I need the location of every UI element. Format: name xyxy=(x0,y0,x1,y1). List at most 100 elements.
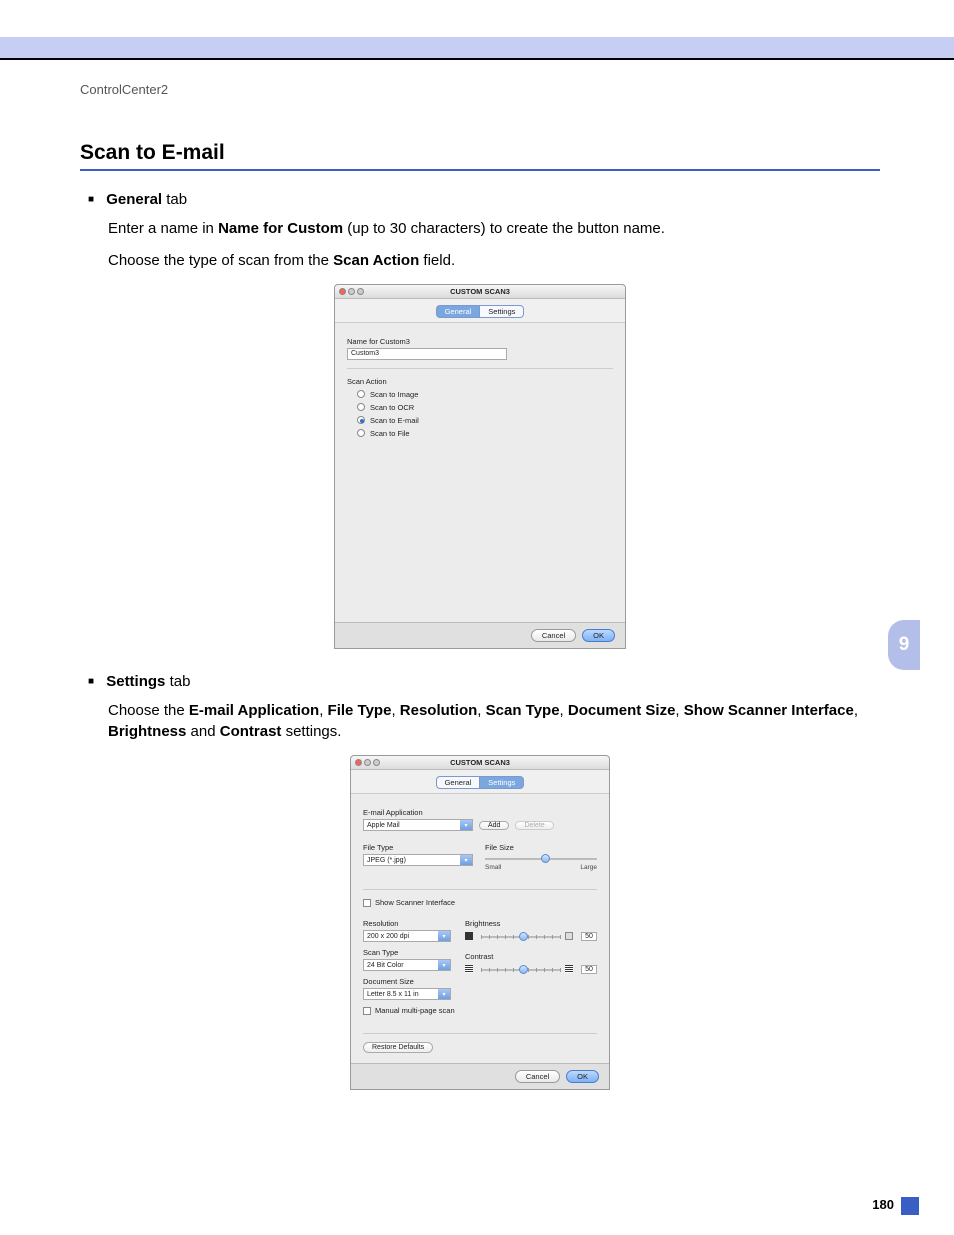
text: Choose the type of scan from the xyxy=(108,252,333,269)
checkbox-label: Manual multi-page scan xyxy=(375,1006,455,1015)
file-size-label: File Size xyxy=(485,843,597,852)
t: , xyxy=(477,702,485,719)
tb: Show Scanner Interface xyxy=(684,702,854,719)
text-bold: Name for Custom xyxy=(218,220,343,237)
t: , xyxy=(854,702,858,719)
breadcrumb: ControlCenter2 xyxy=(80,82,880,97)
t: settings. xyxy=(281,723,341,740)
page-number-accent xyxy=(901,1197,919,1215)
chevron-updown-icon: ▾ xyxy=(460,820,472,830)
tb: File Type xyxy=(328,702,392,719)
radio-scan-to-email[interactable]: Scan to E-mail xyxy=(357,416,613,425)
contrast-low-icon xyxy=(465,965,473,973)
tab-settings[interactable]: Settings xyxy=(479,305,524,318)
cancel-button[interactable]: Cancel xyxy=(531,629,576,642)
chevron-updown-icon: ▾ xyxy=(438,960,450,970)
contrast-label: Contrast xyxy=(465,952,597,961)
radio-label: Scan to Image xyxy=(370,390,418,399)
chapter-tab: 9 xyxy=(888,620,920,670)
tab-general[interactable]: General xyxy=(436,305,480,318)
text: field. xyxy=(419,252,455,269)
general-line1: Enter a name in Name for Custom (up to 3… xyxy=(108,218,880,240)
t: , xyxy=(391,702,399,719)
brightness-slider[interactable] xyxy=(481,932,561,942)
tab-bar: General Settings xyxy=(351,776,609,789)
file-size-small-label: Small xyxy=(485,864,501,871)
brightness-label: Brightness xyxy=(465,919,597,928)
ok-button[interactable]: OK xyxy=(582,629,615,642)
checkbox-icon xyxy=(363,1007,371,1015)
delete-button[interactable]: Delete xyxy=(515,821,553,830)
restore-defaults-button[interactable]: Restore Defaults xyxy=(363,1042,433,1053)
t: , xyxy=(319,702,327,719)
zoom-icon[interactable] xyxy=(373,759,380,766)
chevron-updown-icon: ▾ xyxy=(438,989,450,999)
radio-label: Scan to File xyxy=(370,429,410,438)
general-tab-bullet: General tab xyxy=(88,191,880,208)
resolution-dropdown[interactable]: 200 x 200 dpi ▾ xyxy=(363,930,451,942)
file-size-large-label: Large xyxy=(580,864,597,871)
radio-scan-to-image[interactable]: Scan to Image xyxy=(357,390,613,399)
window-controls xyxy=(339,288,364,295)
section-title: Scan to E-mail xyxy=(80,141,880,171)
text-bold: Scan Action xyxy=(333,252,419,269)
settings-tab-bullet: Settings tab xyxy=(88,673,880,690)
tab-settings[interactable]: Settings xyxy=(479,776,524,789)
radio-label: Scan to OCR xyxy=(370,403,414,412)
manual-multi-page-checkbox[interactable]: Manual multi-page scan xyxy=(363,1006,597,1015)
window-title-text: CUSTOM SCAN3 xyxy=(450,287,510,296)
t: , xyxy=(675,702,683,719)
email-app-dropdown[interactable]: Apple Mail ▾ xyxy=(363,819,473,831)
ok-button[interactable]: OK xyxy=(566,1070,599,1083)
radio-scan-to-file[interactable]: Scan to File xyxy=(357,429,613,438)
document-size-label: Document Size xyxy=(363,977,455,986)
resolution-label: Resolution xyxy=(363,919,455,928)
tb: Document Size xyxy=(568,702,676,719)
show-scanner-interface-checkbox[interactable]: Show Scanner Interface xyxy=(363,898,597,907)
text: (up to 30 characters) to create the butt… xyxy=(343,220,665,237)
close-icon[interactable] xyxy=(355,759,362,766)
contrast-slider[interactable] xyxy=(481,965,561,975)
minimize-icon[interactable] xyxy=(364,759,371,766)
page-number: 180 xyxy=(872,1197,894,1212)
tb: Contrast xyxy=(220,723,282,740)
scan-type-label: Scan Type xyxy=(363,948,455,957)
minimize-icon[interactable] xyxy=(348,288,355,295)
brightness-low-icon xyxy=(465,932,473,940)
file-type-dropdown[interactable]: JPEG (*.jpg) ▾ xyxy=(363,854,473,866)
cancel-button[interactable]: Cancel xyxy=(515,1070,560,1083)
settings-line1: Choose the E-mail Application, File Type… xyxy=(108,700,880,744)
contrast-value[interactable]: 50 xyxy=(581,965,597,974)
window-title: CUSTOM SCAN3 xyxy=(335,285,625,299)
chevron-updown-icon: ▾ xyxy=(438,931,450,941)
text: Enter a name in xyxy=(108,220,218,237)
general-line2: Choose the type of scan from the Scan Ac… xyxy=(108,250,880,272)
t: and xyxy=(186,723,219,740)
chevron-updown-icon: ▾ xyxy=(460,855,472,865)
window-title-text: CUSTOM SCAN3 xyxy=(450,758,510,767)
close-icon[interactable] xyxy=(339,288,346,295)
document-size-dropdown[interactable]: Letter 8.5 x 11 in ▾ xyxy=(363,988,451,1000)
dropdown-value: 200 x 200 dpi xyxy=(367,933,409,940)
file-size-slider[interactable] xyxy=(485,854,597,864)
zoom-icon[interactable] xyxy=(357,288,364,295)
tb: E-mail Application xyxy=(189,702,319,719)
scan-action-label: Scan Action xyxy=(347,377,613,386)
custom-scan-settings-window: CUSTOM SCAN3 General Settings E-mail App… xyxy=(350,755,610,1090)
contrast-high-icon xyxy=(565,965,573,973)
name-for-custom-input[interactable]: Custom3 xyxy=(347,348,507,360)
brightness-value[interactable]: 50 xyxy=(581,932,597,941)
general-bold: General xyxy=(106,191,162,208)
dropdown-value: Letter 8.5 x 11 in xyxy=(367,991,419,998)
tab-general[interactable]: General xyxy=(436,776,480,789)
checkbox-label: Show Scanner Interface xyxy=(375,898,455,907)
tab-bar: General Settings xyxy=(335,305,625,318)
add-button[interactable]: Add xyxy=(479,821,509,830)
window-controls xyxy=(355,759,380,766)
custom-scan-general-window: CUSTOM SCAN3 General Settings Name for C… xyxy=(334,284,626,649)
radio-scan-to-ocr[interactable]: Scan to OCR xyxy=(357,403,613,412)
dropdown-value: JPEG (*.jpg) xyxy=(367,857,406,864)
checkbox-icon xyxy=(363,899,371,907)
t: Choose the xyxy=(108,702,189,719)
scan-type-dropdown[interactable]: 24 Bit Color ▾ xyxy=(363,959,451,971)
